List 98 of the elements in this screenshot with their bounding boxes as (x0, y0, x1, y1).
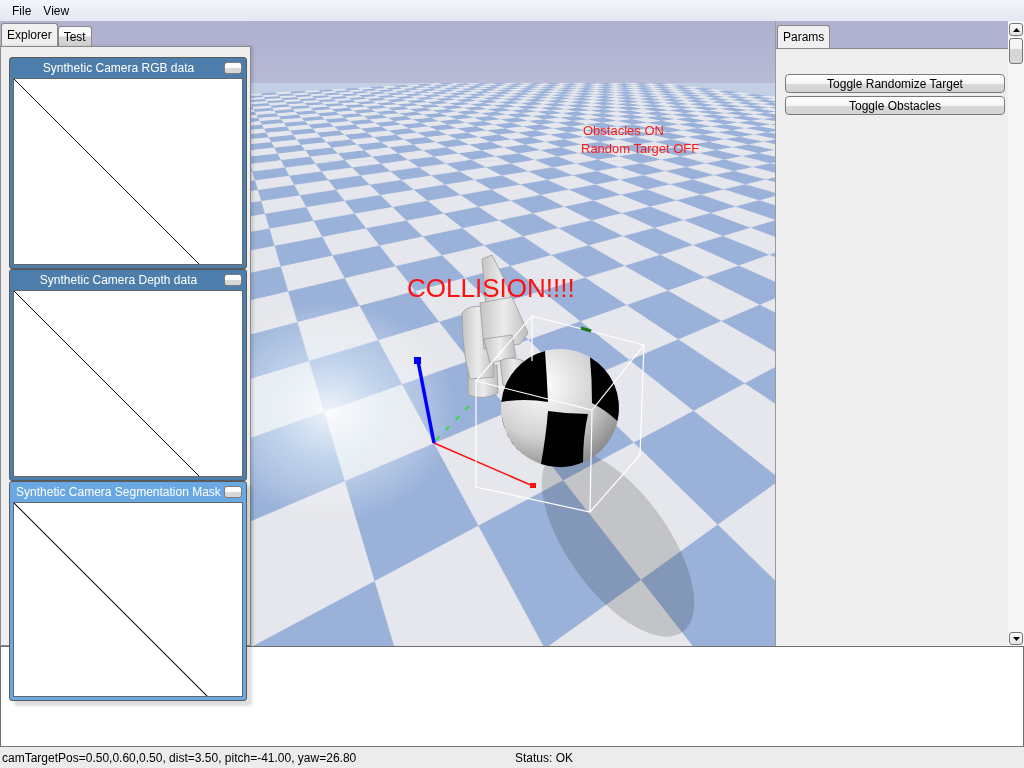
caret-up-icon (1012, 27, 1020, 32)
floor-tile (704, 264, 775, 305)
floor-tile (593, 194, 651, 214)
floor-tile (431, 170, 475, 185)
floor-tile (622, 227, 694, 255)
floor-tile (406, 212, 463, 237)
floor-tile (643, 170, 694, 185)
floor-tile (591, 212, 655, 237)
scroll-down-button[interactable] (1009, 632, 1023, 645)
floor-tile (280, 255, 345, 292)
floor-tile (474, 174, 521, 190)
marker-icon (580, 326, 592, 333)
floor-tile (520, 179, 570, 195)
tab[interactable]: Test (57, 26, 92, 46)
floor-tile (692, 174, 746, 190)
info-text: Random Target OFF (581, 141, 700, 156)
floor-tile (380, 189, 428, 207)
window-title: Synthetic Camera Segmentation Mask (15, 484, 222, 501)
floor-tile (478, 200, 534, 221)
window-title: Synthetic Camera Depth data (38, 272, 199, 289)
floor-tile (540, 188, 594, 207)
floor-tile (621, 206, 684, 228)
scrollbar[interactable] (1008, 21, 1024, 646)
floor-tile (335, 184, 381, 201)
info-text: Obstacles ON (583, 123, 664, 138)
floor-tile (328, 175, 370, 190)
floor-tile (595, 179, 647, 195)
floor-tile (401, 174, 446, 190)
scroll-up-button[interactable] (1009, 23, 1023, 36)
floor-tile (649, 199, 711, 221)
floor-tile (444, 179, 492, 195)
floor-tile (721, 304, 775, 352)
floor-tile (532, 206, 592, 228)
floor-tile (261, 194, 307, 214)
floor-tile (750, 219, 775, 237)
floor-tile (654, 219, 724, 245)
floor-tile (596, 166, 644, 180)
floor-tile (344, 194, 393, 214)
menu-item[interactable]: File (6, 2, 38, 19)
floor-tile (365, 220, 423, 246)
collision-warning-text: COLLISION!!!! (407, 273, 575, 303)
floor-tile (619, 174, 671, 190)
floor-tile (572, 170, 621, 185)
floor-tile (269, 220, 323, 246)
floor-tile (735, 199, 775, 220)
floating-window[interactable]: Synthetic Camera RGB data (9, 57, 247, 269)
floor-tile (321, 166, 361, 181)
floor-tile (510, 194, 565, 214)
floor-tile (294, 179, 337, 196)
window-title: Synthetic Camera RGB data (41, 60, 196, 77)
toggle-button[interactable]: Toggle Randomize Target (785, 74, 1005, 93)
floor-tile (670, 179, 724, 195)
floor-tile (491, 184, 542, 201)
menu-item[interactable]: View (37, 2, 76, 19)
floor-tile (422, 227, 485, 256)
floor-tile (443, 206, 500, 229)
floor-tile (306, 200, 355, 221)
minimize-button[interactable] (224, 274, 242, 286)
floor-tile (485, 163, 529, 176)
floor-tile (522, 227, 589, 256)
minimize-button[interactable] (224, 486, 242, 498)
caret-down-icon (1012, 636, 1020, 641)
floor-tile (299, 189, 345, 208)
floating-window[interactable]: Synthetic Camera Depth data (9, 269, 247, 481)
floor-tile (498, 212, 559, 237)
floor-tile (360, 170, 402, 185)
scroll-thumb[interactable] (1009, 38, 1023, 64)
floor-tile (676, 194, 736, 213)
floor-tile (413, 184, 461, 201)
floor-tile (619, 162, 666, 176)
floor-tile (564, 200, 623, 221)
floor-tile (274, 236, 333, 267)
floor-tile (459, 166, 503, 180)
floor-tile (752, 162, 775, 173)
status-text: Status: OK (515, 749, 574, 767)
floor-tile (427, 194, 479, 214)
floor-tile (354, 206, 407, 229)
floor-tile (552, 162, 598, 176)
floor-tile (322, 227, 380, 256)
floor-tile (390, 166, 432, 180)
floor-tile (547, 174, 596, 190)
floor-tile (460, 189, 511, 207)
floor-tile (501, 170, 548, 185)
floor-tile (289, 170, 329, 185)
tab[interactable]: Explorer (1, 23, 58, 46)
toggle-button[interactable]: Toggle Obstacles (785, 96, 1005, 115)
floor-tile (392, 200, 445, 221)
floor-tile (568, 183, 622, 201)
floor-tile (369, 179, 414, 196)
floor-tile (646, 183, 702, 201)
floor-tile (620, 188, 677, 207)
minimize-button[interactable] (224, 62, 242, 74)
floor-tile (558, 219, 624, 246)
floor-tile (250, 227, 276, 251)
tab[interactable]: Params (777, 25, 831, 48)
floor-tile (313, 213, 367, 237)
camera-info-text: camTargetPos=0.50,0.60,0.50, dist=3.50, pitch=-41.00, yaw=26.80 (2, 749, 357, 767)
floor-tile (264, 206, 314, 229)
